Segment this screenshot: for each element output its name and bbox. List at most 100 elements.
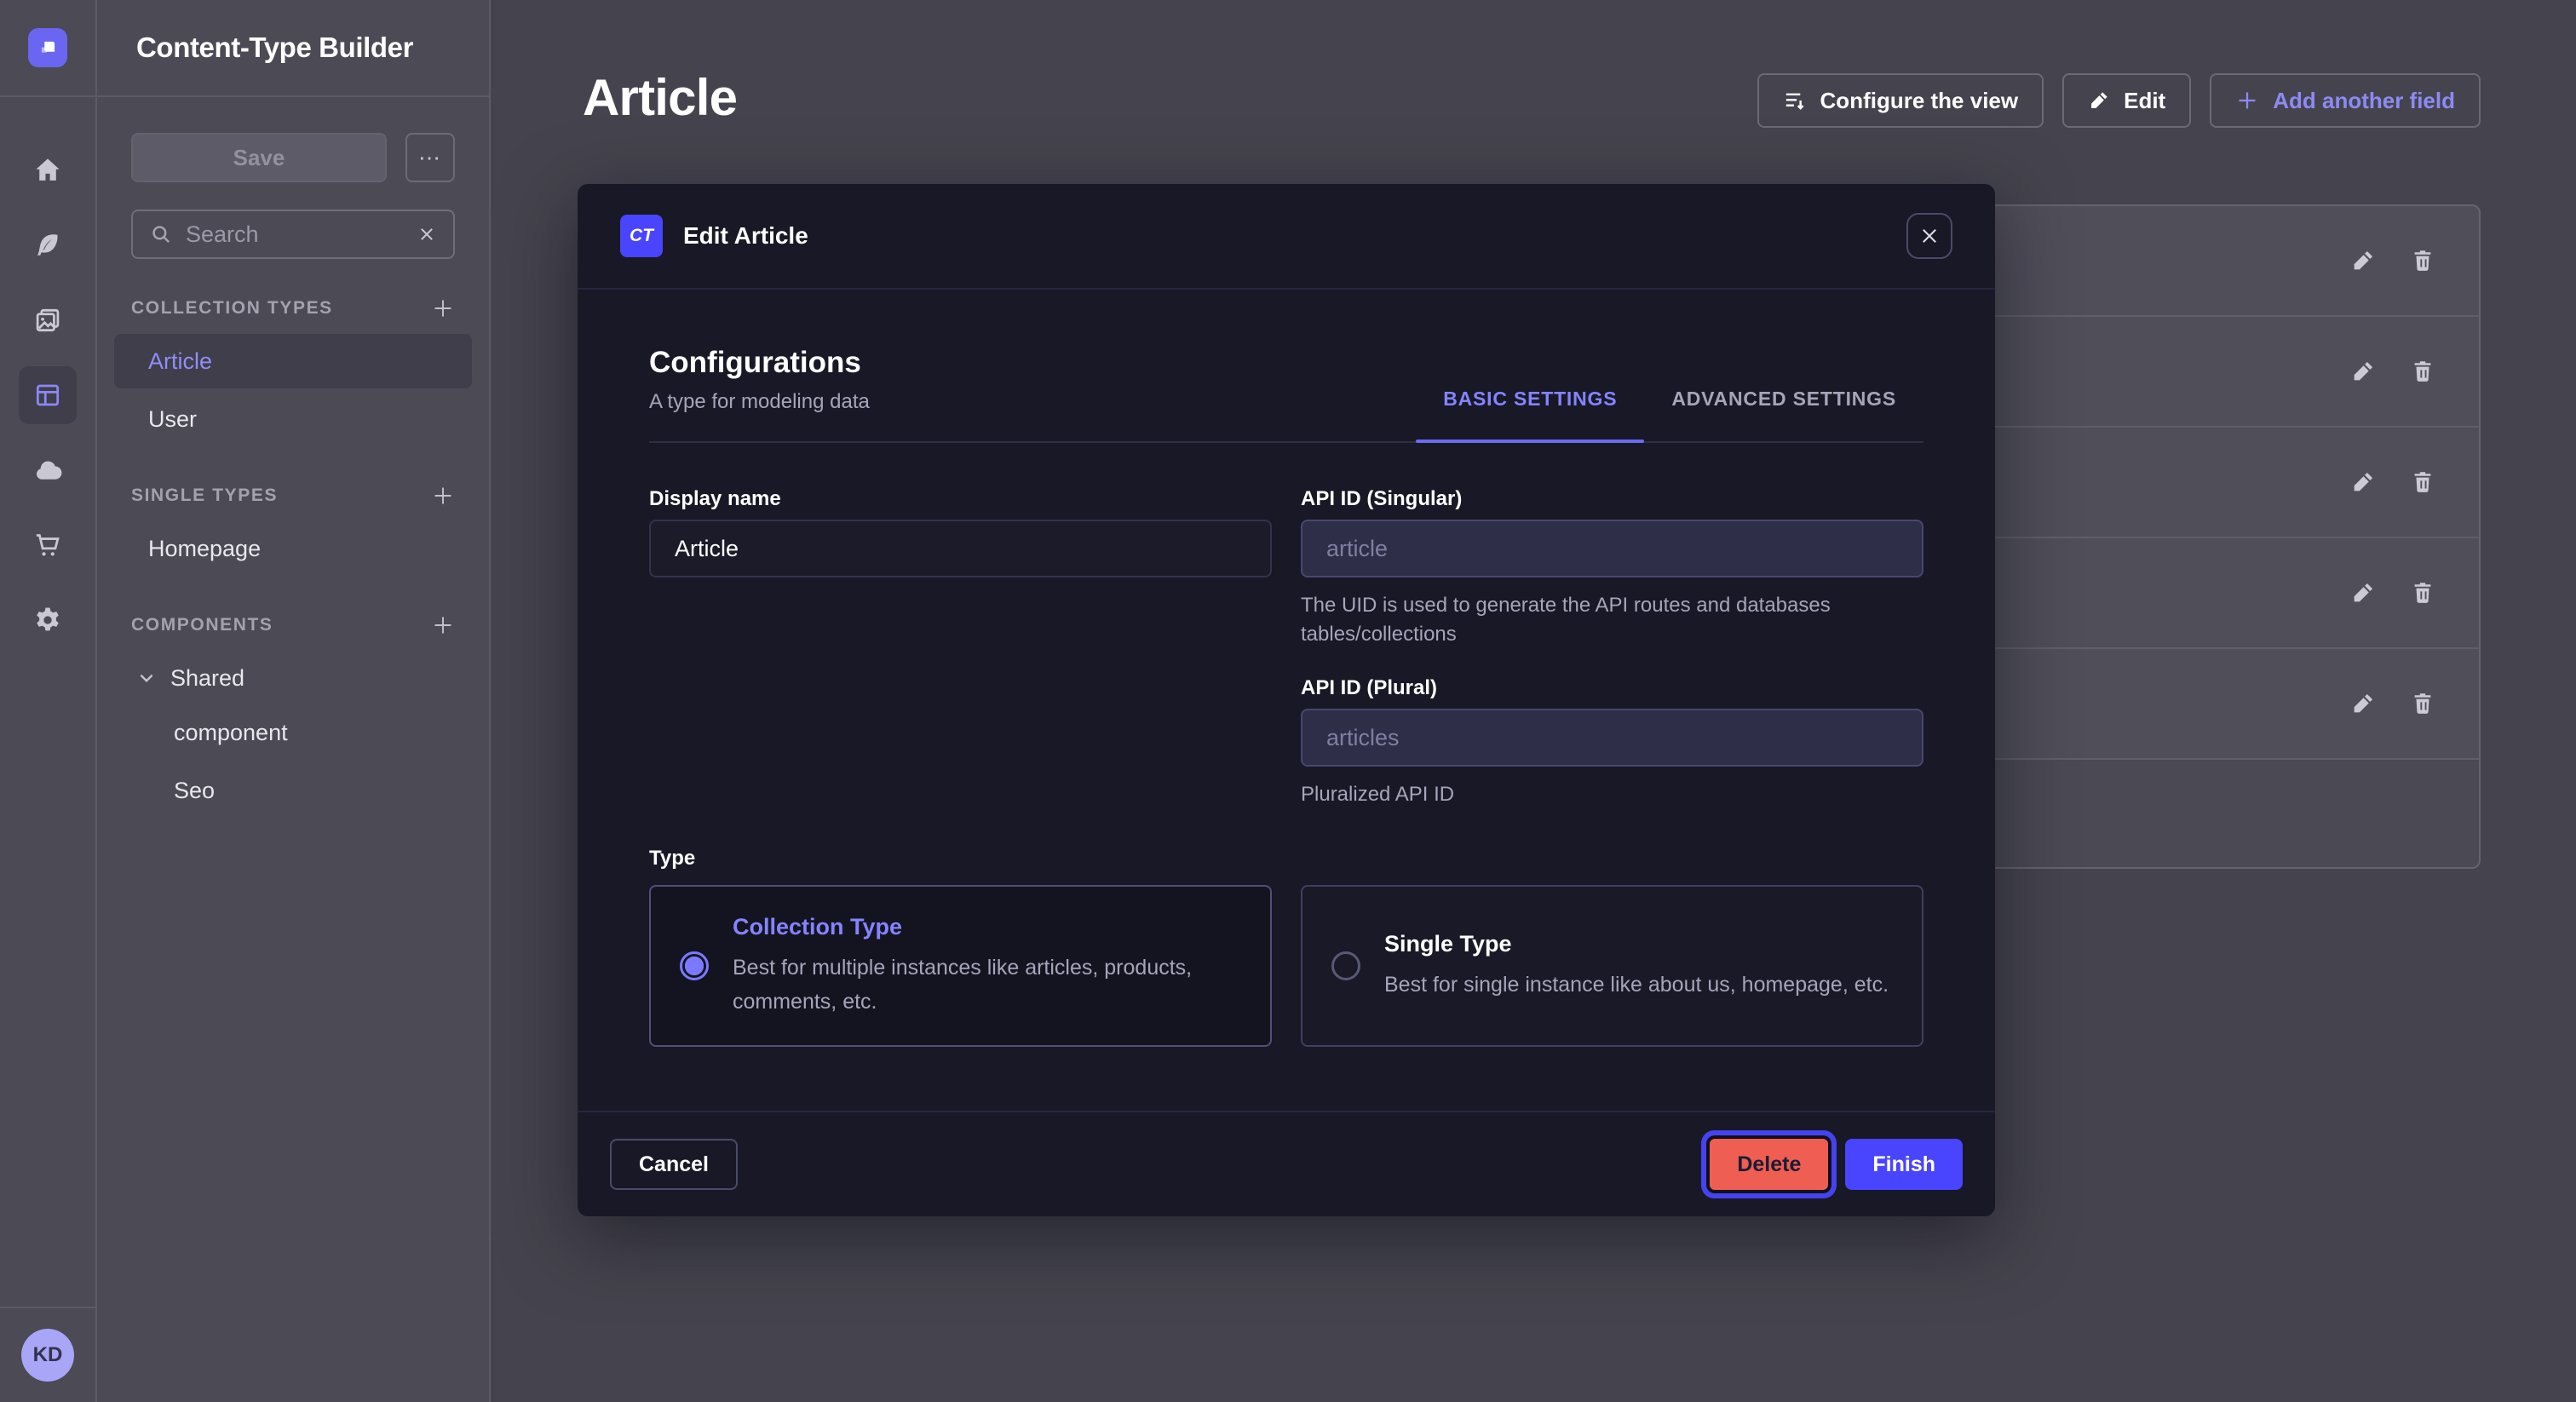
rail-item-deploy[interactable] (19, 441, 77, 499)
component-group-label: Shared (170, 665, 244, 692)
chevron-down-icon (136, 668, 157, 688)
collection-types-header: COLLECTION TYPES (131, 296, 455, 320)
type-option-collection[interactable]: Collection Type Best for multiple instan… (649, 885, 1272, 1047)
configurations-heading: Configurations (649, 346, 870, 380)
api-id-singular-input[interactable] (1301, 520, 1923, 577)
section-label-single-types: SINGLE TYPES (131, 486, 278, 506)
delete-button[interactable]: Delete (1710, 1139, 1828, 1190)
app-rail: KD (0, 0, 97, 1402)
plus-icon (2235, 89, 2259, 112)
trash-icon (2410, 691, 2435, 716)
content-type-badge: CT (620, 215, 663, 257)
pencil-icon (2350, 248, 2376, 273)
add-field-button[interactable]: Add another field (2210, 73, 2481, 128)
ellipsis-icon: ⋯ (418, 145, 442, 171)
sidebar-item-label: component (174, 720, 288, 746)
add-component-button[interactable] (431, 613, 455, 637)
cloud-icon (32, 455, 63, 486)
clear-search-button[interactable] (417, 225, 436, 244)
api-id-plural-input[interactable] (1301, 709, 1923, 767)
plus-icon (431, 613, 455, 637)
edit-label: Edit (2124, 88, 2165, 114)
save-button[interactable]: Save (131, 133, 387, 182)
component-group-shared[interactable]: Shared (114, 651, 244, 705)
type-option-single[interactable]: Single Type Best for single instance lik… (1301, 885, 1923, 1047)
config-row: Configurations A type for modeling data … (649, 346, 1923, 443)
edit-field-button[interactable] (2346, 354, 2380, 388)
rail-item-settings[interactable] (19, 591, 77, 649)
radio-unselected-icon[interactable] (1331, 951, 1360, 980)
delete-field-button[interactable] (2406, 244, 2440, 278)
collection-types-list: Article User (114, 334, 472, 446)
configure-view-button[interactable]: Configure the view (1757, 73, 2044, 128)
delete-field-button[interactable] (2406, 576, 2440, 610)
edit-field-button[interactable] (2346, 576, 2380, 610)
type-option-content: Single Type Best for single instance lik… (1384, 931, 1889, 1002)
sidebar-item-user[interactable]: User (114, 392, 472, 446)
avatar-initials: KD (33, 1343, 63, 1367)
api-id-singular-hint: The UID is used to generate the API rout… (1301, 591, 1923, 649)
pencil-icon (2350, 469, 2376, 495)
edit-button[interactable]: Edit (2062, 73, 2191, 128)
api-id-plural-label: API ID (Plural) (1301, 676, 1923, 700)
gear-icon (33, 606, 62, 635)
sidebar-item-seo[interactable]: Seo (114, 763, 472, 818)
sidebar-item-article[interactable]: Article (114, 334, 472, 388)
header-actions: Configure the view Edit Add another fiel… (1757, 73, 2481, 128)
rail-nav (0, 97, 95, 649)
sidebar-header: Content-Type Builder (97, 0, 489, 97)
user-avatar[interactable]: KD (21, 1329, 74, 1382)
modal-title: Edit Article (683, 222, 808, 250)
more-actions-button[interactable]: ⋯ (405, 133, 455, 182)
trash-icon (2410, 359, 2435, 384)
plus-icon (431, 296, 455, 320)
pencil-icon (2350, 691, 2376, 716)
cancel-button[interactable]: Cancel (610, 1139, 738, 1190)
delete-field-button[interactable] (2406, 354, 2440, 388)
rail-item-content-manager[interactable] (19, 216, 77, 274)
app-screen: KD Content-Type Builder Save ⋯ COLLECTIO… (0, 0, 2576, 1402)
edit-field-button[interactable] (2346, 687, 2380, 721)
modal-footer: Cancel Delete Finish (578, 1111, 1995, 1216)
type-option-description: Best for single instance like about us, … (1384, 968, 1889, 1002)
plugin-sidebar: Content-Type Builder Save ⋯ COLLECTION T… (97, 0, 491, 1402)
rail-item-marketplace[interactable] (19, 516, 77, 574)
search-box (131, 210, 455, 259)
tab-basic-settings[interactable]: BASIC SETTINGS (1416, 388, 1644, 441)
section-label-collection-types: COLLECTION TYPES (131, 298, 333, 319)
rail-item-home[interactable] (19, 141, 77, 199)
close-icon (417, 225, 436, 244)
sidebar-item-homepage[interactable]: Homepage (114, 521, 472, 576)
configure-view-label: Configure the view (1820, 88, 2019, 114)
sidebar-item-label: User (148, 406, 197, 433)
configure-view-icon (1783, 89, 1807, 112)
api-id-plural-field: API ID (Plural) Pluralized API ID (1301, 676, 1923, 809)
rail-item-media-library[interactable] (19, 291, 77, 349)
display-name-input[interactable] (649, 520, 1272, 577)
api-id-singular-field: API ID (Singular) The UID is used to gen… (1301, 487, 1923, 649)
modal-header: CT Edit Article (578, 184, 1995, 290)
trash-icon (2410, 248, 2435, 273)
delete-field-button[interactable] (2406, 465, 2440, 499)
display-name-field: Display name (649, 487, 1272, 649)
sidebar-item-label: Seo (174, 778, 215, 804)
edit-field-button[interactable] (2346, 465, 2380, 499)
pencil-icon (2350, 359, 2376, 384)
type-option-title: Collection Type (733, 914, 1243, 940)
type-section: Type Collection Type Best for multiple i… (649, 840, 1923, 1047)
rail-item-content-type-builder[interactable] (19, 366, 77, 424)
strapi-logo[interactable] (28, 28, 67, 67)
add-collection-type-button[interactable] (431, 296, 455, 320)
tab-advanced-settings[interactable]: ADVANCED SETTINGS (1644, 388, 1923, 441)
settings-tabs: BASIC SETTINGS ADVANCED SETTINGS (1416, 388, 1923, 441)
search-input[interactable] (186, 221, 404, 248)
components-list: Shared component Seo (114, 651, 472, 818)
add-single-type-button[interactable] (431, 484, 455, 508)
type-cards: Collection Type Best for multiple instan… (649, 885, 1923, 1047)
delete-field-button[interactable] (2406, 687, 2440, 721)
finish-button[interactable]: Finish (1845, 1139, 1963, 1190)
edit-field-button[interactable] (2346, 244, 2380, 278)
sidebar-item-component[interactable]: component (114, 705, 472, 760)
radio-selected-icon[interactable] (680, 951, 709, 980)
modal-close-button[interactable] (1906, 213, 1952, 259)
